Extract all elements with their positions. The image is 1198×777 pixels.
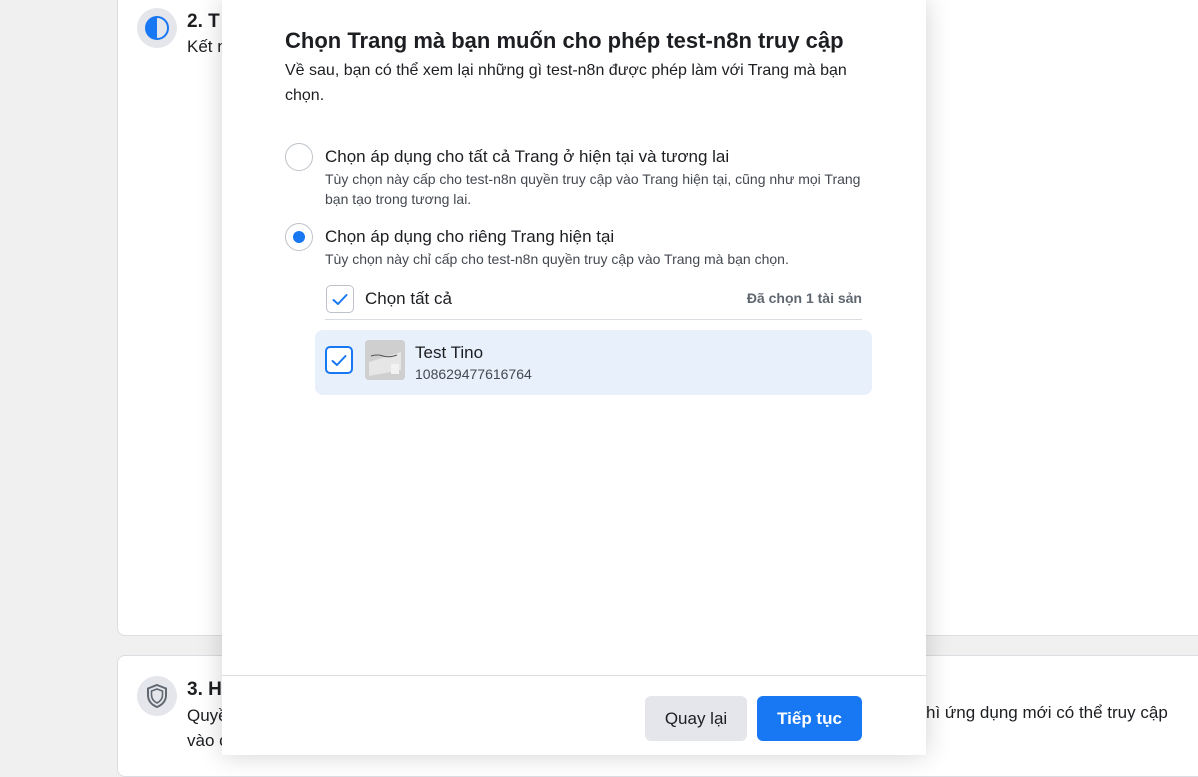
dialog-description: Về sau, bạn có thể xem lại những gì test… — [285, 62, 847, 104]
footer-divider — [222, 675, 926, 676]
select-all-checkbox[interactable] — [326, 285, 354, 313]
step3-title: 3. H — [187, 679, 222, 700]
option-all-pages-label[interactable]: Chọn áp dụng cho tất cả Trang ở hiện tại… — [325, 147, 729, 167]
checkmark-icon — [332, 293, 348, 305]
continue-button[interactable]: Tiếp tục — [757, 696, 862, 741]
step2-subtitle: Kết n — [187, 37, 227, 56]
radio-all-pages[interactable] — [285, 143, 313, 171]
asset-name: Test Tino — [415, 343, 484, 362]
option-all-pages-description: Tùy chọn này cấp cho test-n8n quyền truy… — [325, 171, 861, 207]
radio-selected-dot — [293, 231, 305, 243]
selected-count: Đã chọn 1 tài sản — [746, 290, 862, 306]
step3-right-text: hì ứng dụng mới có thể truy cập — [926, 703, 1168, 722]
select-all-label[interactable]: Chọn tất cả — [365, 289, 452, 309]
asset-checkbox[interactable] — [325, 346, 353, 374]
option-current-pages-description: Tùy chọn này chỉ cấp cho test-n8n quyền … — [325, 251, 789, 267]
asset-row[interactable]: Test Tino 108629477616764 — [315, 330, 872, 395]
page-avatar — [365, 340, 405, 380]
checkmark-icon — [331, 354, 347, 366]
back-button[interactable]: Quay lại — [645, 696, 747, 741]
radio-current-pages[interactable] — [285, 223, 313, 251]
half-circle-icon — [137, 8, 177, 48]
shield-icon — [137, 676, 177, 716]
page-access-dialog: Chọn Trang mà bạn muốn cho phép test-n8n… — [222, 0, 926, 755]
dialog-title: Chọn Trang mà bạn muốn cho phép test-n8n… — [285, 28, 844, 53]
step2-title: 2. T — [187, 11, 220, 32]
divider — [325, 319, 862, 320]
asset-id: 108629477616764 — [415, 366, 532, 382]
option-current-pages-label[interactable]: Chọn áp dụng cho riêng Trang hiện tại — [325, 227, 614, 247]
